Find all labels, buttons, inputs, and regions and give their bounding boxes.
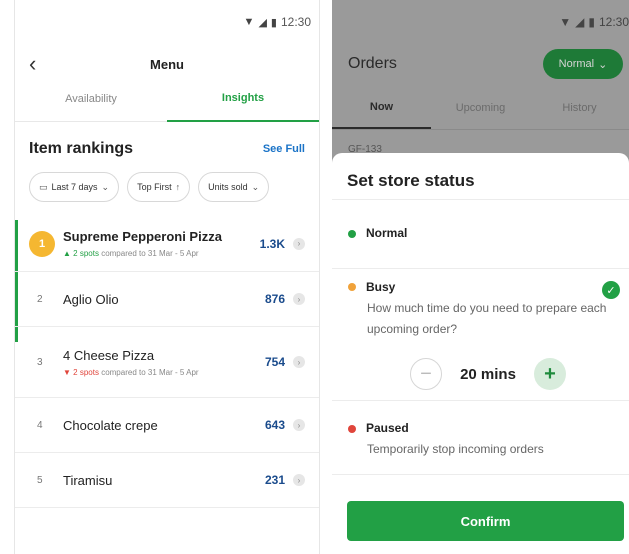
status-option-description: How much time do you need to prepare eac…: [367, 301, 607, 336]
store-status-sheet: Set store status Normal Busy ✓ How much …: [332, 153, 629, 554]
ranking-main: Supreme Pepperoni Pizza ▲ 2 spots compar…: [63, 229, 260, 258]
date-range-label: Last 7 days: [51, 182, 98, 192]
rankings-header: Item rankings See Full: [15, 140, 319, 158]
rank-change: ▲ 2 spots compared to 31 Mar - 5 Apr: [63, 249, 260, 258]
units-sold: 754: [264, 355, 285, 369]
status-dot: [348, 283, 356, 291]
metric-label: Units sold: [208, 182, 248, 192]
sort-order-label: Top First: [137, 182, 172, 192]
metric-filter[interactable]: Units sold ⌄: [198, 172, 270, 202]
rank-change-spots: 2 spots: [73, 367, 99, 377]
rank-change-spots: 2 spots: [73, 249, 99, 258]
confirm-button[interactable]: Confirm: [347, 501, 624, 541]
orders-tabs: Now Upcoming History: [332, 86, 629, 130]
section-title: Item rankings: [29, 140, 134, 157]
rank-change: ▼ 2 spots compared to 31 Mar - 5 Apr: [63, 368, 265, 377]
chevron-right-icon: ›: [293, 237, 305, 250]
calendar-icon: ▭: [39, 181, 48, 192]
wifi-icon: ▼: [243, 16, 255, 28]
top-bar: ‹ Menu: [15, 44, 319, 84]
battery-icon: ▮: [588, 15, 595, 29]
decrement-button[interactable]: −: [410, 358, 442, 390]
rank-number: 4: [37, 419, 43, 431]
ranking-main: Tiramisu: [63, 473, 265, 488]
clock: 12:30: [280, 15, 311, 29]
rank-number: 2: [37, 293, 43, 305]
status-option-description: Temporarily stop incoming orders: [367, 442, 544, 456]
item-name: 4 Cheese Pizza: [63, 347, 155, 363]
store-status-button[interactable]: Normal ⌄: [543, 49, 623, 79]
check-icon: ✓: [602, 281, 620, 299]
rank-change-text: compared to 31 Mar - 5 Apr: [101, 367, 199, 377]
status-bar: ▼ ◢ ▮ 12:30: [15, 0, 319, 44]
tab-availability[interactable]: Availability: [15, 84, 167, 121]
item-name: Supreme Pepperoni Pizza: [63, 229, 222, 244]
menu-tabs: Availability Insights: [15, 84, 319, 122]
ranking-row[interactable]: 2 Aglio Olio 876 ›: [15, 272, 319, 327]
units-sold: 643: [264, 418, 285, 432]
up-arrow-icon: ▲: [63, 249, 71, 258]
rank-change-text: compared to 31 Mar - 5 Apr: [101, 249, 199, 258]
status-option-label: Paused: [366, 421, 409, 435]
signal-icon: ◢: [258, 16, 267, 29]
prep-time-stepper: − 20 mins +: [347, 358, 629, 390]
store-status-label: Normal: [558, 58, 595, 70]
sheet-title: Set store status: [347, 171, 475, 190]
item-name: Tiramisu: [63, 472, 113, 488]
sort-order-filter[interactable]: Top First ↑: [127, 172, 191, 202]
signal-icon: ◢: [575, 15, 585, 29]
filter-bar: ▭ Last 7 days ⌄ Top First ↑ Units sold ⌄: [15, 172, 319, 202]
status-option-label: Busy: [366, 280, 396, 294]
orders-header: Orders Normal ⌄: [332, 44, 629, 84]
clock: 12:30: [598, 15, 629, 29]
item-name: Chocolate crepe: [63, 417, 158, 433]
chevron-down-icon: ⌄: [251, 181, 260, 192]
ranking-row[interactable]: 5 Tiramisu 231 ›: [15, 453, 319, 508]
tab-history[interactable]: History: [530, 86, 629, 129]
page-title: Orders: [348, 55, 397, 72]
chevron-down-icon: ⌄: [101, 181, 110, 192]
item-name: Aglio Olio: [63, 291, 119, 307]
down-arrow-icon: ▼: [63, 367, 71, 377]
arrow-up-icon: ↑: [175, 182, 181, 192]
chevron-right-icon: ›: [293, 356, 305, 368]
page-title: Menu: [150, 56, 184, 72]
status-option-paused[interactable]: Paused Temporarily stop incoming orders: [332, 401, 629, 475]
wifi-icon: ▼: [559, 15, 572, 29]
status-option-label: Normal: [366, 226, 408, 240]
ranking-row[interactable]: 3 4 Cheese Pizza ▼ 2 spots compared to 3…: [15, 327, 319, 398]
units-sold: 876: [264, 292, 285, 306]
back-icon[interactable]: ‹: [29, 50, 36, 78]
status-option-normal[interactable]: Normal: [332, 199, 629, 269]
units-sold: 1.3K: [259, 236, 285, 251]
tab-now[interactable]: Now: [332, 86, 431, 129]
ranking-row[interactable]: 1 Supreme Pepperoni Pizza ▲ 2 spots comp…: [15, 216, 319, 272]
tab-insights[interactable]: Insights: [167, 84, 319, 122]
rank-number: 3: [37, 356, 43, 368]
units-sold: 231: [264, 473, 285, 487]
see-full-link[interactable]: See Full: [263, 143, 305, 155]
chevron-right-icon: ›: [293, 419, 305, 431]
status-bar: ▼ ◢ ▮ 12:30: [332, 0, 629, 44]
status-dot: [348, 425, 356, 433]
rankings-list: 1 Supreme Pepperoni Pizza ▲ 2 spots comp…: [15, 216, 319, 508]
tab-upcoming[interactable]: Upcoming: [431, 86, 530, 129]
ranking-main: 4 Cheese Pizza ▼ 2 spots compared to 31 …: [63, 348, 265, 377]
ranking-main: Aglio Olio: [63, 292, 265, 307]
prep-time-value: 20 mins: [460, 365, 516, 383]
ranking-row[interactable]: 4 Chocolate crepe 643 ›: [15, 398, 319, 453]
increment-button[interactable]: +: [534, 358, 566, 390]
rank-badge: 1: [29, 230, 55, 257]
chevron-right-icon: ›: [293, 474, 305, 486]
chevron-down-icon: ⌄: [598, 58, 608, 71]
orders-screen: ▼ ◢ ▮ 12:30 Orders Normal ⌄ Now Upcoming…: [332, 0, 629, 554]
status-dot: [348, 230, 356, 238]
chevron-right-icon: ›: [293, 293, 305, 305]
status-option-busy[interactable]: Busy ✓ How much time do you need to prep…: [332, 269, 629, 401]
battery-icon: ▮: [270, 16, 277, 29]
ranking-main: Chocolate crepe: [63, 418, 265, 433]
date-range-filter[interactable]: ▭ Last 7 days ⌄: [29, 172, 120, 202]
menu-screen: ▼ ◢ ▮ 12:30 ‹ Menu Availability Insights…: [14, 0, 320, 554]
rank-number: 5: [37, 474, 43, 486]
